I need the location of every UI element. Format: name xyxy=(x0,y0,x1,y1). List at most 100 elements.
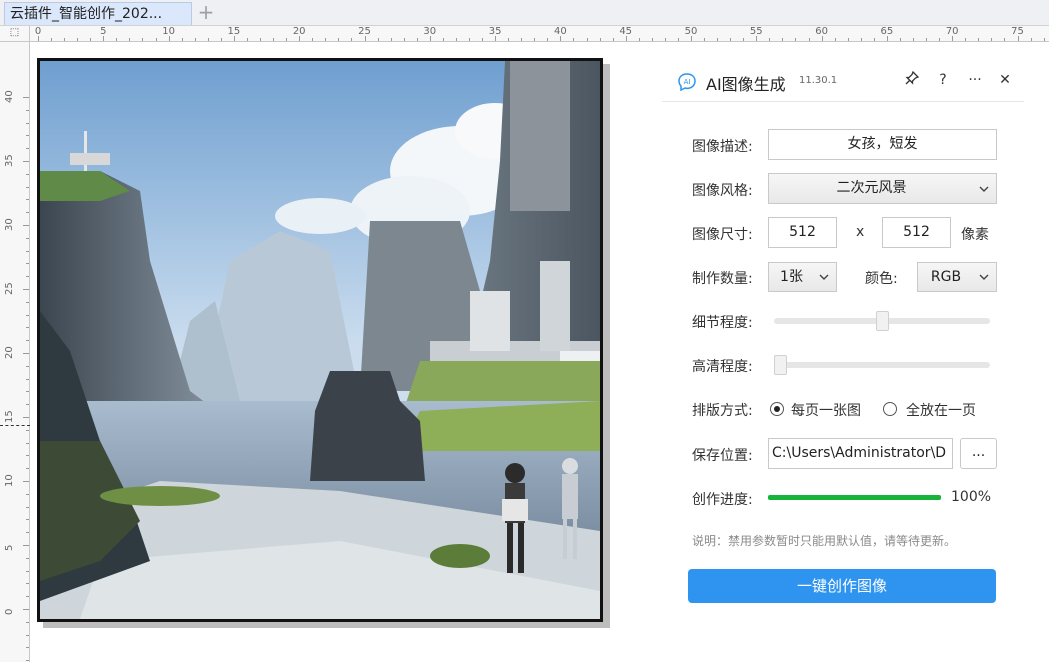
ai-logo-icon: AI xyxy=(678,73,696,92)
ruler-v-tick xyxy=(23,161,29,162)
ruler-v-tick xyxy=(26,212,29,214)
ruler-v-tick xyxy=(26,148,29,150)
document-tab-bar: 云插件_智能创作_202... + xyxy=(0,0,1049,26)
ruler-v-tick xyxy=(23,481,29,482)
ruler-v-tick xyxy=(26,340,29,342)
generate-image-button[interactable]: 一键创作图像 xyxy=(688,569,996,603)
progress-percent: 100% xyxy=(951,489,992,505)
pin-icon[interactable] xyxy=(902,70,922,90)
ruler-h-tick xyxy=(638,38,640,41)
height-input[interactable]: 512 xyxy=(882,217,951,248)
ruler-h-tick xyxy=(260,38,262,41)
count-select[interactable]: 1张 xyxy=(768,262,837,292)
color-select[interactable]: RGB xyxy=(917,262,997,292)
ruler-h-tick xyxy=(965,38,967,41)
ruler-h-tick xyxy=(860,38,862,41)
ruler-v-tick xyxy=(26,647,29,649)
progress-bar-fill xyxy=(768,495,941,500)
ruler-h-tick xyxy=(913,38,915,41)
ruler-h-tick xyxy=(51,38,53,41)
ruler-h-tick xyxy=(991,38,993,41)
save-path-input[interactable]: C:\Users\Administrator\D xyxy=(768,438,953,469)
close-icon[interactable]: ✕ xyxy=(995,70,1015,90)
size-unit: 像素 xyxy=(961,227,989,243)
document-tab[interactable]: 云插件_智能创作_202... xyxy=(4,2,192,25)
horizontal-ruler: 0 5 10 15 20 25 30 35 40 45 50 55 60 65 70 75 xyxy=(30,26,1049,42)
ruler-h-tick xyxy=(168,36,170,41)
ruler-v-tick xyxy=(26,455,29,457)
ruler-h-tick xyxy=(155,38,157,41)
color-label: 颜色: xyxy=(865,271,898,287)
ruler-h-tick xyxy=(351,38,353,41)
ruler-v-tick xyxy=(26,583,29,585)
ruler-v-tick xyxy=(26,557,29,559)
ruler-h-tick xyxy=(429,36,431,41)
vertical-ruler: 40 35 30 25 20 15 10 5 0 xyxy=(0,42,30,662)
ruler-v-tick xyxy=(26,493,29,495)
ruler-h-tick xyxy=(142,38,144,41)
panel-header: AI AI图像生成 11.30.1 ? ··· ✕ xyxy=(662,58,1024,102)
ruler-v-tick xyxy=(26,621,29,623)
style-select[interactable]: 二次元风景 xyxy=(768,173,997,204)
ruler-h-tick xyxy=(873,38,875,41)
ruler-v-tick xyxy=(26,442,29,444)
add-tab-button[interactable]: + xyxy=(196,2,216,23)
hd-slider-track[interactable] xyxy=(774,362,990,368)
ruler-h-tick xyxy=(273,38,275,41)
ruler-v-tick xyxy=(26,122,29,124)
ruler-h-tick xyxy=(468,38,470,41)
hd-slider-thumb[interactable] xyxy=(774,355,787,375)
generated-image[interactable] xyxy=(37,58,603,622)
ruler-h-tick xyxy=(181,38,183,41)
ruler-h-tick xyxy=(560,36,562,41)
ruler-v-tick xyxy=(23,225,29,226)
ruler-h-tick xyxy=(194,38,196,41)
ruler-h-tick xyxy=(246,38,248,41)
ruler-h-tick xyxy=(664,38,666,41)
progress-bar xyxy=(768,495,941,500)
ruler-v-tick xyxy=(26,519,29,521)
ruler-v-tick xyxy=(26,276,29,278)
color-select-value: RGB xyxy=(930,269,962,285)
ruler-h-tick xyxy=(534,38,536,41)
ruler-h-tick xyxy=(77,38,79,41)
width-input[interactable]: 512 xyxy=(768,217,837,248)
detail-slider-thumb[interactable] xyxy=(875,311,889,331)
ruler-h-tick xyxy=(390,38,392,41)
ruler-h-tick xyxy=(338,38,340,41)
ruler-v-tick xyxy=(26,186,29,188)
ruler-v-label: 15 xyxy=(4,410,15,423)
ruler-v-tick xyxy=(23,289,29,290)
layout-radio-all[interactable] xyxy=(883,402,897,416)
ruler-h-tick xyxy=(899,38,901,41)
ruler-h-tick xyxy=(651,38,653,41)
ruler-h-tick xyxy=(1043,38,1045,41)
ruler-h-tick xyxy=(416,38,418,41)
help-icon[interactable]: ? xyxy=(933,70,953,90)
ruler-v-label: 5 xyxy=(4,544,15,551)
size-separator: x xyxy=(856,224,865,240)
progress-label: 创作进度: xyxy=(692,492,753,508)
description-input[interactable]: 女孩，短发 xyxy=(768,129,997,160)
ruler-h-tick xyxy=(834,38,836,41)
ruler-h-tick xyxy=(377,38,379,41)
ruler-h-tick xyxy=(886,36,888,41)
ruler-h-tick xyxy=(325,38,327,41)
ruler-h-tick xyxy=(38,36,39,41)
ruler-h-tick xyxy=(599,38,601,41)
ruler-v-tick xyxy=(26,301,29,303)
ai-image-panel: AI AI图像生成 11.30.1 ? ··· ✕ 图像描述: 女孩，短发 图像… xyxy=(662,58,1024,618)
count-select-value: 1张 xyxy=(780,269,803,285)
ruler-v-tick xyxy=(23,609,29,610)
browse-button[interactable]: ... xyxy=(960,438,997,469)
ruler-v-tick xyxy=(26,532,29,534)
ruler-h-tick xyxy=(116,38,118,41)
ruler-corner-icon[interactable]: ⬚ xyxy=(0,26,30,42)
layout-option-single: 每页一张图 xyxy=(791,403,861,419)
ruler-v-tick xyxy=(26,135,29,137)
chevron-down-icon xyxy=(977,174,991,203)
more-icon[interactable]: ··· xyxy=(965,70,985,90)
layout-radio-single[interactable] xyxy=(770,402,784,416)
ruler-v-label: 40 xyxy=(4,90,15,103)
ruler-h-tick xyxy=(978,38,980,41)
